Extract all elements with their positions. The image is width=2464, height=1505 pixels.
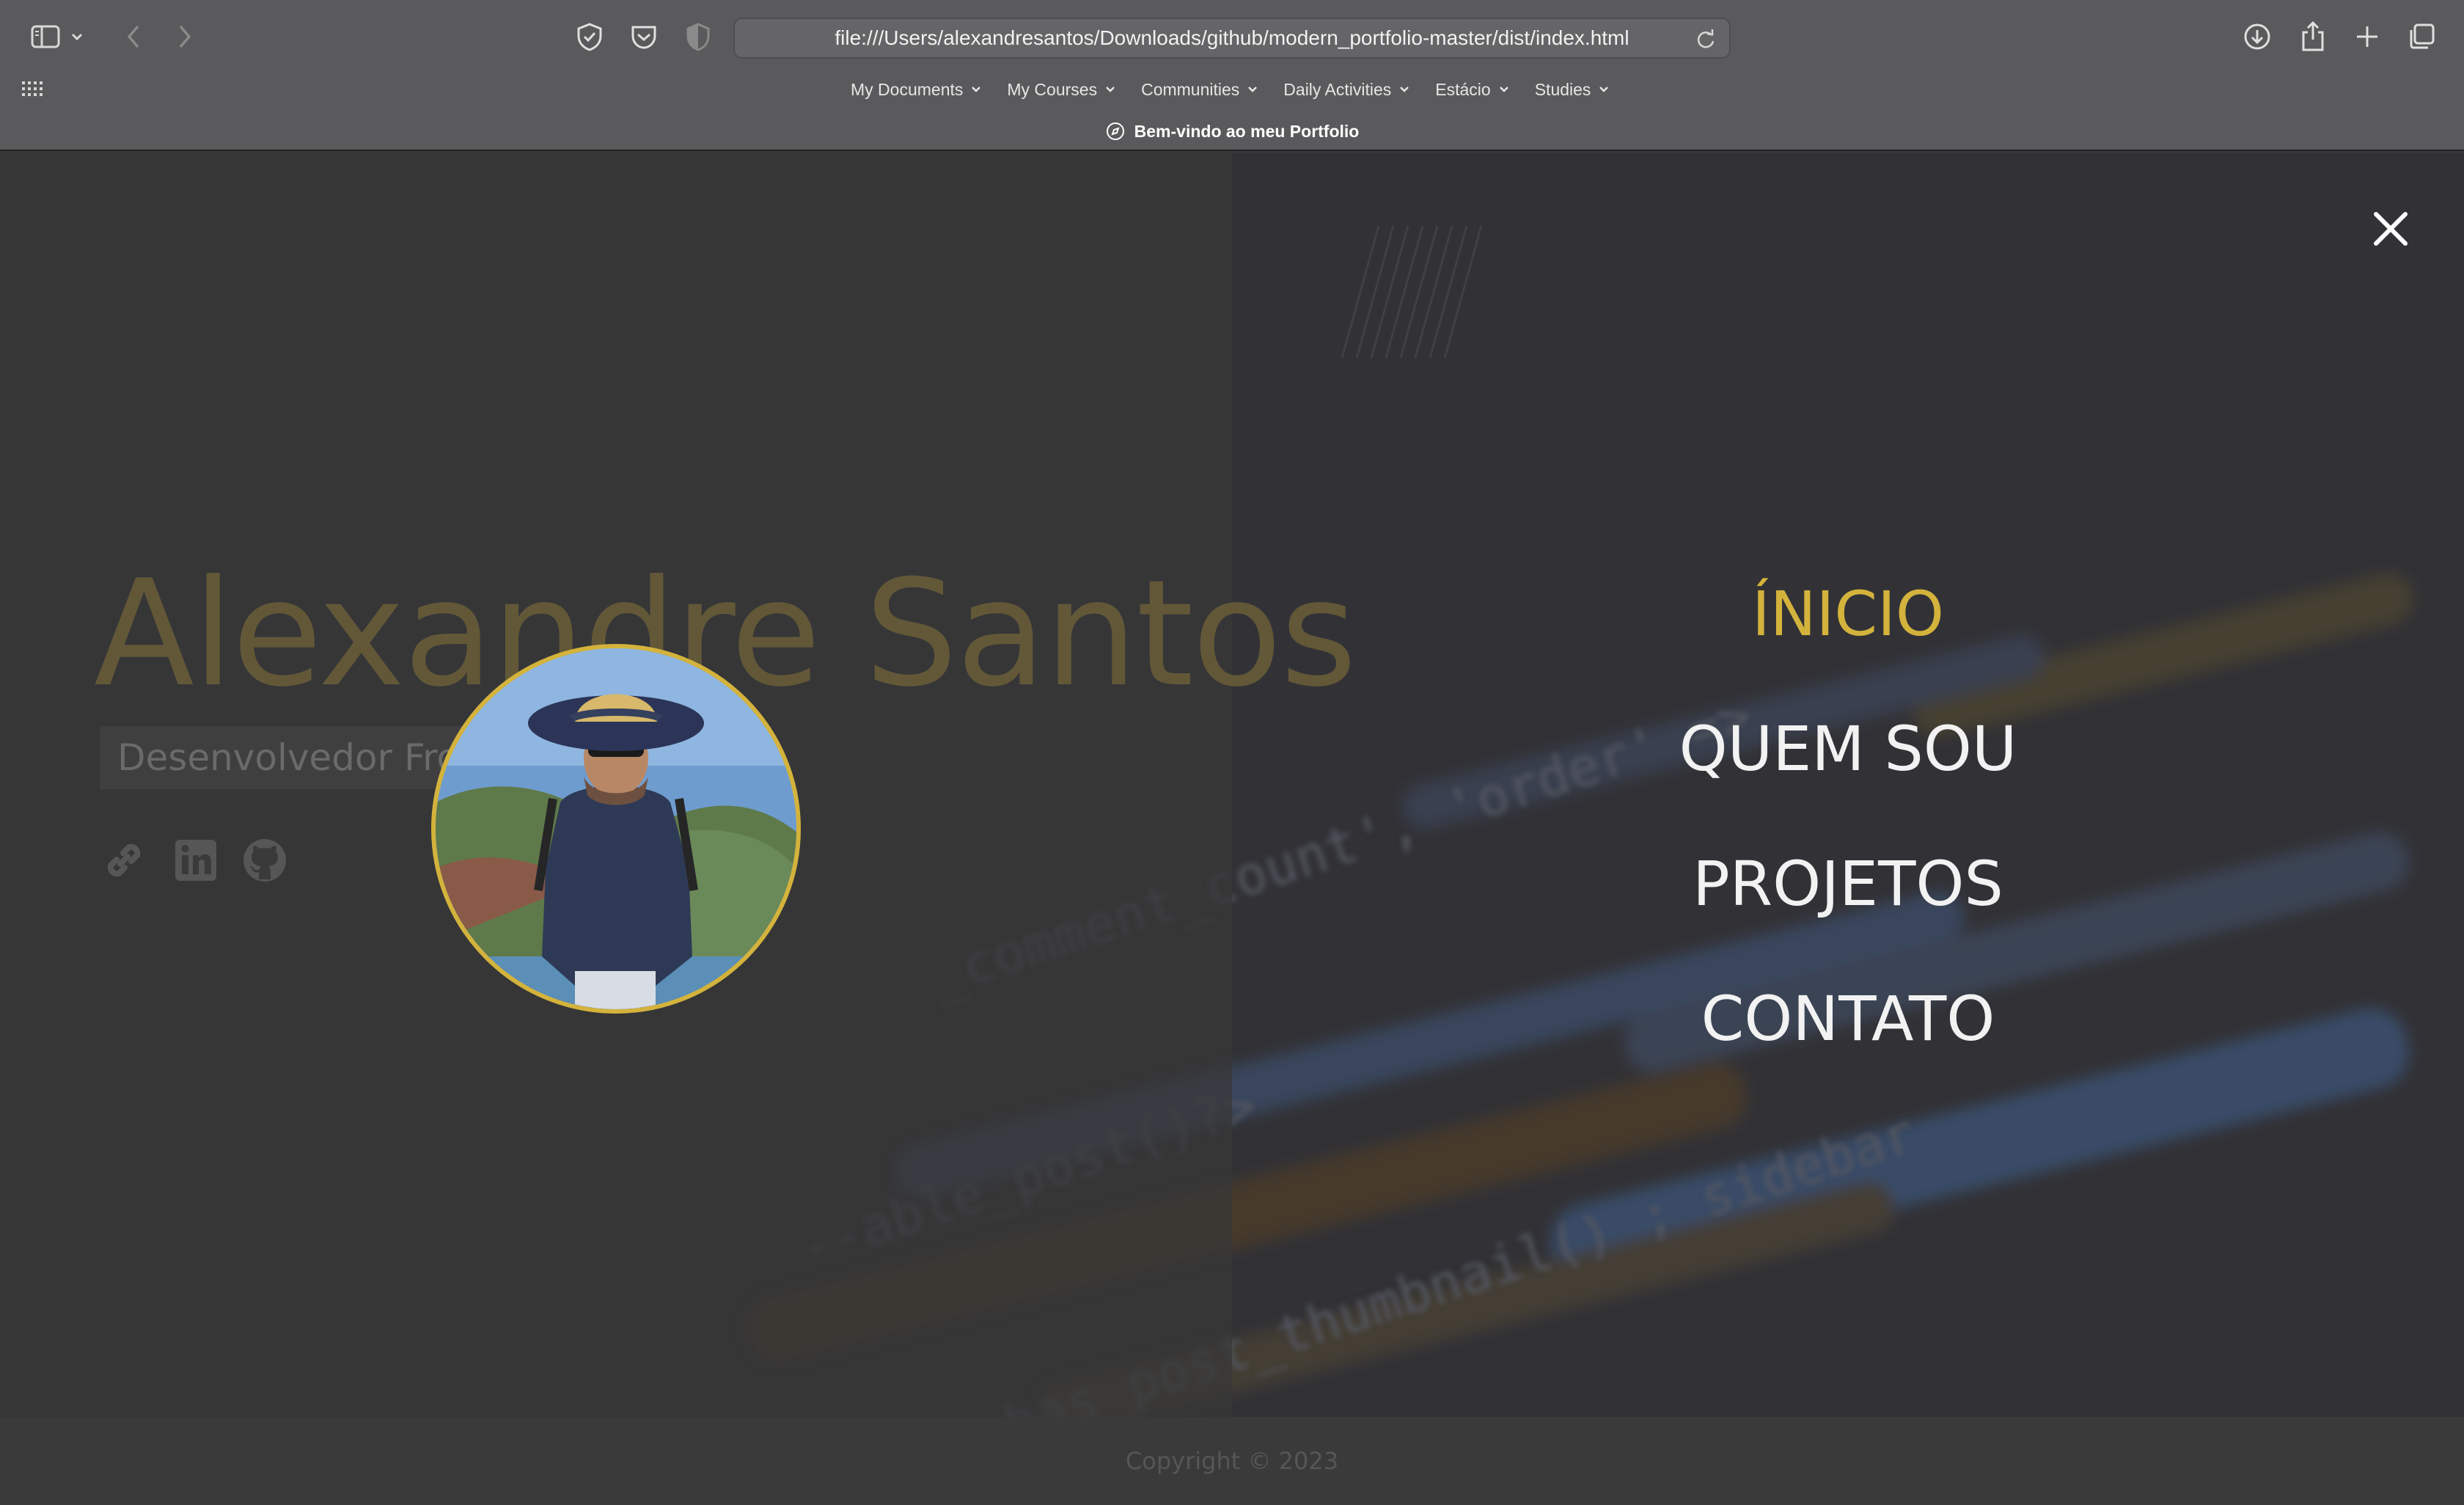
bookmark-label: My Courses xyxy=(1007,79,1098,99)
portfolio-page: _comment_count', 'order' => --able_post(… xyxy=(0,153,2464,1505)
browser-chrome: file:///Users/alexandresantos/Downloads/… xyxy=(0,0,2464,151)
close-icon xyxy=(2374,212,2408,246)
bookmark-label: Daily Activities xyxy=(1283,79,1392,99)
bookmark-communities[interactable]: Communities xyxy=(1141,76,1258,103)
forward-icon[interactable] xyxy=(166,18,204,56)
compass-icon xyxy=(1106,122,1124,140)
address-bar[interactable]: file:///Users/alexandresantos/Downloads/… xyxy=(733,18,1731,59)
tab-title: Bem-vindo ao meu Portfolio xyxy=(1134,121,1360,141)
bookmark-label: Communities xyxy=(1141,79,1240,99)
share-icon[interactable] xyxy=(2294,18,2332,56)
bookmark-daily-activities[interactable]: Daily Activities xyxy=(1283,76,1410,103)
privacy-report-icon[interactable] xyxy=(679,18,717,56)
profile-photo xyxy=(431,644,801,1014)
chevron-down-icon xyxy=(1499,87,1508,92)
active-tab[interactable]: Bem-vindo ao meu Portfolio xyxy=(0,114,2464,148)
page-footer: Copyright © 2023 xyxy=(0,1417,2464,1505)
url-text: file:///Users/alexandresantos/Downloads/… xyxy=(835,26,1629,49)
back-icon[interactable] xyxy=(114,18,153,56)
chevron-down-icon xyxy=(972,87,981,92)
link-icon[interactable] xyxy=(98,835,150,886)
chevron-down-icon xyxy=(1248,87,1258,92)
bookmark-label: Studies xyxy=(1534,79,1591,99)
menu-item-inicio[interactable]: ÍNICIO xyxy=(1752,578,1944,713)
bookmark-estacio[interactable]: Estácio xyxy=(1435,76,1509,103)
menu-item-projetos[interactable]: PROJETOS xyxy=(1693,848,2003,983)
new-tab-icon[interactable] xyxy=(2348,18,2386,56)
bookmark-label: My Documents xyxy=(851,79,964,99)
bookmark-my-documents[interactable]: My Documents xyxy=(851,76,982,103)
bookmark-my-courses[interactable]: My Courses xyxy=(1007,76,1116,103)
chevron-down-icon[interactable] xyxy=(66,18,88,56)
linkedin-icon[interactable] xyxy=(170,835,221,886)
apps-grid-icon[interactable] xyxy=(21,79,44,98)
tab-overview-icon[interactable] xyxy=(2402,18,2441,56)
close-menu-button[interactable] xyxy=(2367,205,2414,252)
github-icon[interactable] xyxy=(239,835,290,886)
chevron-down-icon xyxy=(1599,87,1609,92)
download-icon[interactable] xyxy=(2238,18,2276,56)
pocket-icon[interactable] xyxy=(625,18,663,56)
bookmarks-bar: My Documents My Courses Communities Dail… xyxy=(0,72,2464,106)
bookmark-label: Estácio xyxy=(1435,79,1491,99)
chevron-down-icon xyxy=(1106,87,1115,92)
menu-item-contato[interactable]: CONTATO xyxy=(1701,983,1995,1118)
shield-icon[interactable] xyxy=(571,18,609,56)
copyright-text: Copyright © 2023 xyxy=(1125,1447,1339,1475)
bookmark-studies[interactable]: Studies xyxy=(1535,76,1610,103)
sidebar-toggle-icon[interactable] xyxy=(26,18,65,56)
menu-item-quem-sou[interactable]: QUEM SOU xyxy=(1679,713,2017,848)
bookmark-folders: My Documents My Courses Communities Dail… xyxy=(851,76,1610,103)
reload-icon[interactable] xyxy=(1693,26,1719,53)
browser-toolbar: file:///Users/alexandresantos/Downloads/… xyxy=(0,0,2464,73)
nav-menu: ÍNICIO QUEM SOU PROJETOS CONTATO xyxy=(1613,578,2083,1118)
chevron-down-icon xyxy=(1400,87,1409,92)
